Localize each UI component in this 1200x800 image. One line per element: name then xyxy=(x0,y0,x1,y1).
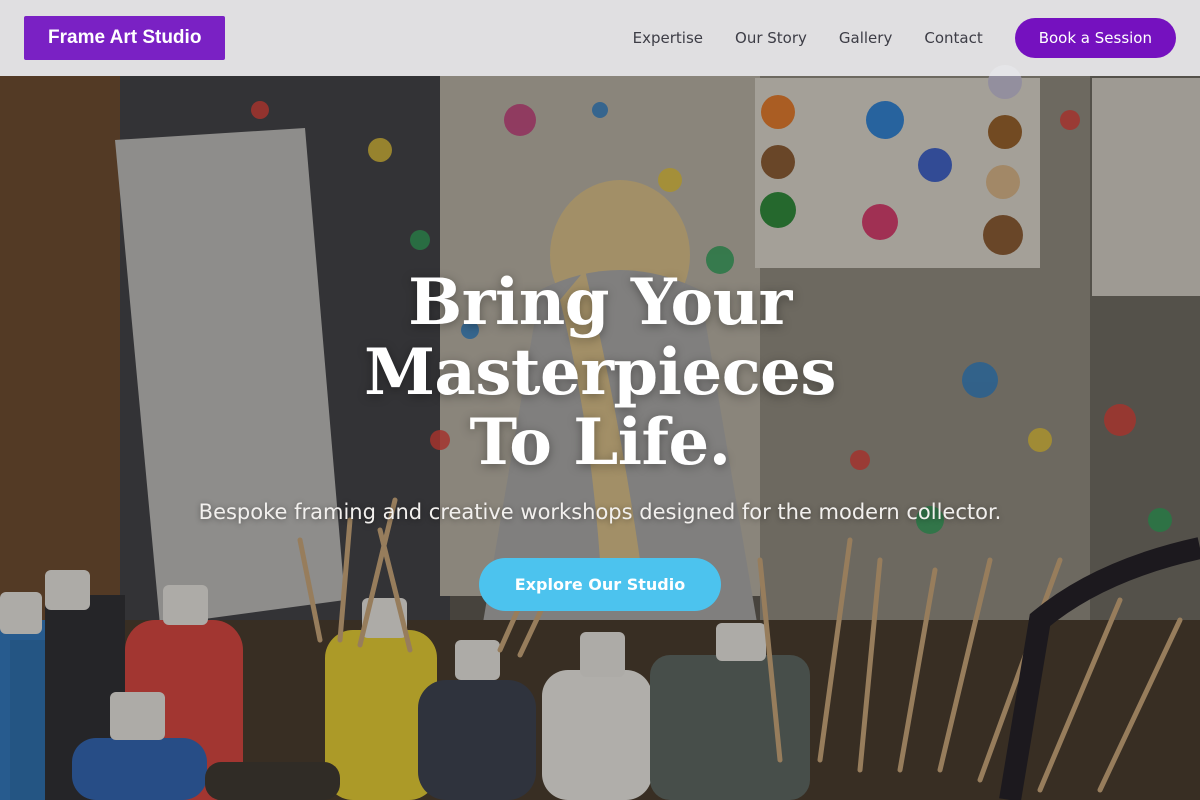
hero-section: Bring Your Masterpieces To Life. Bespoke… xyxy=(0,268,1200,611)
nav-link-our-story[interactable]: Our Story xyxy=(735,29,807,47)
hero-title: Bring Your Masterpieces To Life. xyxy=(170,268,1030,478)
brand-logo[interactable]: Frame Art Studio xyxy=(24,16,226,60)
nav-link-contact[interactable]: Contact xyxy=(924,29,982,47)
hero-subtitle: Bespoke framing and creative workshops d… xyxy=(198,500,1002,524)
book-session-button[interactable]: Book a Session xyxy=(1014,18,1176,58)
hero-title-line-2: To Life. xyxy=(469,405,731,480)
hero-title-line-1: Bring Your Masterpieces xyxy=(364,265,836,410)
nav-link-gallery[interactable]: Gallery xyxy=(839,29,892,47)
explore-studio-button[interactable]: Explore Our Studio xyxy=(479,558,721,611)
nav-links: Expertise Our Story Gallery Contact Book… xyxy=(633,18,1176,58)
top-navigation: Frame Art Studio Expertise Our Story Gal… xyxy=(0,0,1200,76)
nav-link-expertise[interactable]: Expertise xyxy=(633,29,703,47)
